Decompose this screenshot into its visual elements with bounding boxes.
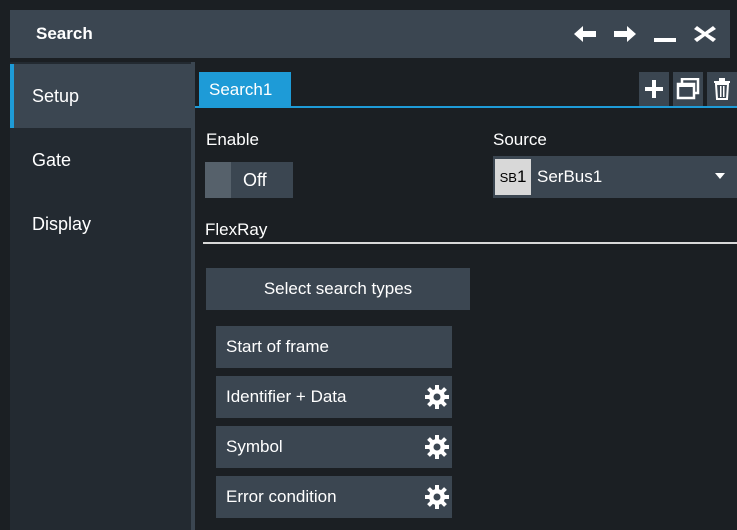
- section-title: FlexRay: [205, 220, 268, 239]
- copy-icon: [676, 78, 700, 100]
- sidebar-item-display[interactable]: Display: [10, 192, 191, 256]
- enable-toggle[interactable]: Off: [205, 162, 293, 198]
- gear-icon[interactable]: [424, 484, 450, 510]
- badge-prefix: SB: [499, 169, 517, 185]
- copy-tab-button[interactable]: [673, 72, 703, 106]
- window-controls: [572, 10, 718, 58]
- search-type-label: Start of frame: [226, 337, 329, 356]
- chevron-down-icon: [715, 173, 725, 179]
- title-bar: Search: [10, 10, 730, 58]
- sidebar-item-label: Gate: [32, 149, 72, 170]
- delete-tab-button[interactable]: [707, 72, 737, 106]
- sidebar-item-label: Display: [32, 213, 92, 234]
- close-icon[interactable]: [692, 21, 718, 47]
- sidebar-item-gate[interactable]: Gate: [10, 128, 191, 192]
- tab-strip: Search1: [195, 62, 737, 108]
- add-icon: [645, 80, 663, 98]
- search-type-start-of-frame[interactable]: Start of frame: [216, 326, 452, 368]
- enable-label: Enable: [206, 130, 259, 149]
- sidebar: Setup Gate Display: [10, 62, 191, 530]
- arrow-right-icon[interactable]: [612, 21, 638, 47]
- badge-number: 1: [516, 167, 527, 186]
- enable-value: Off: [243, 169, 267, 190]
- sidebar-item-label: Setup: [32, 85, 80, 106]
- select-search-types-label: Select search types: [263, 279, 413, 298]
- minimize-icon[interactable]: [652, 21, 678, 47]
- serbus-badge-icon: SB 1: [495, 159, 531, 195]
- toggle-knob: [205, 162, 231, 198]
- search-type-label: Identifier + Data: [226, 387, 347, 406]
- delete-icon: [714, 78, 730, 100]
- select-search-types-button[interactable]: Select search types: [206, 268, 470, 310]
- arrow-left-icon[interactable]: [572, 21, 598, 47]
- add-tab-button[interactable]: [639, 72, 669, 106]
- search-type-identifier-data[interactable]: Identifier + Data: [216, 376, 452, 418]
- window-title: Search: [36, 24, 93, 43]
- sidebar-item-setup[interactable]: Setup: [10, 64, 191, 128]
- main-panel: Search1 Enable Off Source SB 1 SerBus1 Fl…: [195, 62, 737, 530]
- search-type-error-condition[interactable]: Error condition: [216, 476, 452, 518]
- source-select[interactable]: SB 1 SerBus1: [493, 156, 737, 198]
- search-type-symbol[interactable]: Symbol: [216, 426, 452, 468]
- tab-actions: [639, 72, 737, 106]
- source-value: SerBus1: [537, 167, 603, 186]
- search-type-label: Error condition: [226, 487, 337, 506]
- source-label: Source: [493, 130, 547, 149]
- gear-icon[interactable]: [424, 384, 450, 410]
- section-divider: [203, 242, 737, 244]
- tab-label: Search1: [209, 80, 273, 99]
- tab-search1[interactable]: Search1: [199, 72, 291, 108]
- search-type-label: Symbol: [226, 437, 283, 456]
- gear-icon[interactable]: [424, 434, 450, 460]
